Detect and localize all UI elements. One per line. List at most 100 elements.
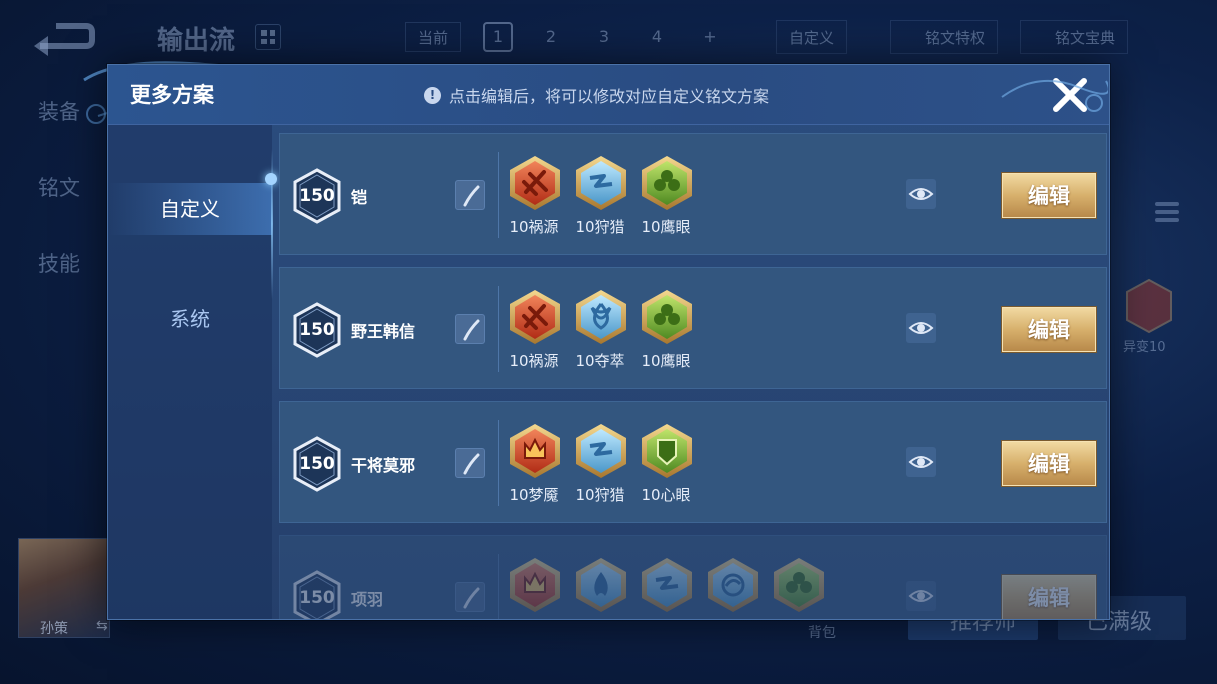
hero-name: 孙策 xyxy=(40,621,68,637)
plan-row: 150 铠 10祸源 10狩猎 10鹰眼 编辑 xyxy=(279,133,1107,255)
level-value: 150 xyxy=(299,454,335,474)
top-bar: 输出流 当前 1 2 3 4 + 自定义 铭文特权 铭文宝典 xyxy=(0,0,1217,72)
rune-slot[interactable]: 10心眼 xyxy=(638,422,694,512)
privilege-label: 铭文特权 xyxy=(925,29,986,47)
blue-flame-rune-icon xyxy=(572,556,628,614)
rune-label: 10祸源 xyxy=(509,218,559,236)
preview-eye-icon[interactable] xyxy=(906,447,936,477)
plan-row: 150 干将莫邪 10梦魇 10狩猎 10心眼 编辑 xyxy=(279,401,1107,523)
rename-pen-icon[interactable] xyxy=(455,582,485,612)
side-tab-equipment[interactable]: 装备 xyxy=(38,96,80,126)
blue-lightning-rune-icon xyxy=(638,556,694,614)
add-slot-button[interactable]: + xyxy=(695,22,725,52)
hero-name: 野王韩信 xyxy=(351,322,416,341)
rune-slot[interactable] xyxy=(704,556,760,619)
modal-header: 更多方案 ! 点击编辑后，将可以修改对应自定义铭文方案 xyxy=(108,65,1109,125)
close-icon[interactable] xyxy=(1048,73,1092,117)
plan-category-nav: 自定义 系统 xyxy=(108,125,272,619)
level-value: 150 xyxy=(299,588,335,608)
tab-system[interactable]: 系统 xyxy=(108,293,272,345)
row-divider xyxy=(498,152,499,238)
edit-hint: ! 点击编辑后，将可以修改对应自定义铭文方案 xyxy=(424,83,769,107)
rune-label: 10祸源 xyxy=(509,352,559,370)
blue-swirl-rune-icon xyxy=(704,556,760,614)
current-label: 当前 xyxy=(405,22,461,52)
grid-icon[interactable] xyxy=(255,24,281,50)
slot-4-button[interactable]: 4 xyxy=(642,22,672,52)
preview-eye-icon[interactable] xyxy=(906,179,936,209)
red-sword-rune-icon xyxy=(506,288,562,346)
slot-1-button[interactable]: 1 xyxy=(483,22,513,52)
plan-row: 150 项羽 编辑 xyxy=(279,535,1107,619)
info-icon: ! xyxy=(424,86,441,104)
more-plans-modal: 更多方案 ! 点击编辑后，将可以修改对应自定义铭文方案 自定义 系统 150 铠 1… xyxy=(107,64,1110,620)
hamburger-icon[interactable] xyxy=(1155,198,1179,228)
level-value: 150 xyxy=(299,186,335,206)
preview-eye-icon[interactable] xyxy=(906,313,936,343)
swap-icon[interactable]: ⇆ xyxy=(96,618,108,634)
rune-label: 10夺萃 xyxy=(575,352,625,370)
red-crown-rune-icon xyxy=(506,422,562,480)
nav-active-indicator xyxy=(265,173,277,185)
hero-name: 铠 xyxy=(351,188,368,207)
side-tab-runes[interactable]: 铭文 xyxy=(38,172,80,202)
rune-slot[interactable] xyxy=(638,556,694,619)
edit-button[interactable]: 编辑 xyxy=(1002,575,1096,619)
rune-slot[interactable]: 10鹰眼 xyxy=(638,154,694,244)
preview-eye-icon[interactable] xyxy=(906,581,936,611)
red-crown-rune-icon xyxy=(506,556,562,614)
rune-label: 10心眼 xyxy=(641,486,691,504)
blue-lightning-rune-icon xyxy=(572,154,628,212)
red-sword-rune-icon xyxy=(506,154,562,212)
level-value: 150 xyxy=(299,320,335,340)
rune-slot[interactable]: 10鹰眼 xyxy=(638,288,694,378)
rune-slot[interactable]: 10祸源 xyxy=(506,154,562,244)
rune-slot[interactable] xyxy=(770,556,826,619)
edit-button[interactable]: 编辑 xyxy=(1002,441,1096,486)
plan-row: 150 野王韩信 10祸源 10夺萃 10鹰眼 编辑 xyxy=(279,267,1107,389)
green-clover-rune-icon xyxy=(638,154,694,212)
rune-slot[interactable]: 10梦魇 xyxy=(506,422,562,512)
level-badge: 150 xyxy=(292,302,342,358)
hero-name: 干将莫邪 xyxy=(351,456,416,475)
rune-slot[interactable]: 10祸源 xyxy=(506,288,562,378)
tab-custom[interactable]: 自定义 xyxy=(108,183,272,235)
rune-slot[interactable]: 10狩猎 xyxy=(572,154,628,244)
red-crown-rune-icon xyxy=(1126,278,1172,334)
plan-list: 150 铠 10祸源 10狩猎 10鹰眼 编辑 150 野王韩信 10祸源 10夺萃 10鹰眼 编辑 1… xyxy=(279,133,1107,619)
hero-portrait[interactable] xyxy=(18,538,110,638)
blue-knot-rune-icon xyxy=(572,288,628,346)
row-divider xyxy=(498,420,499,506)
row-divider xyxy=(498,554,499,619)
edit-button[interactable]: 编辑 xyxy=(1002,173,1096,218)
slot-3-button[interactable]: 3 xyxy=(589,22,619,52)
rename-pen-icon[interactable] xyxy=(455,448,485,478)
rune-label: 10狩猎 xyxy=(575,486,625,504)
rune-slot[interactable]: 10狩猎 xyxy=(572,422,628,512)
rune-slot[interactable] xyxy=(572,556,628,619)
rune-label: 10鹰眼 xyxy=(641,218,691,236)
rename-pen-icon[interactable] xyxy=(455,314,485,344)
slot-2-button[interactable]: 2 xyxy=(536,22,566,52)
rune-label: 10梦魇 xyxy=(509,486,559,504)
hero-name: 项羽 xyxy=(351,590,384,609)
side-tab-skills[interactable]: 技能 xyxy=(38,248,80,278)
level-badge: 150 xyxy=(292,168,342,224)
edit-button[interactable]: 编辑 xyxy=(1002,307,1096,352)
hint-text: 点击编辑后，将可以修改对应自定义铭文方案 xyxy=(449,87,770,106)
rune-label: 10鹰眼 xyxy=(641,352,691,370)
level-badge: 150 xyxy=(292,436,342,492)
modal-title: 更多方案 xyxy=(130,83,214,107)
page-title: 输出流 xyxy=(157,26,236,56)
privilege-button[interactable]: 铭文特权 xyxy=(890,20,999,54)
rune-slot[interactable]: 10夺萃 xyxy=(572,288,628,378)
blue-lightning-rune-icon xyxy=(572,422,628,480)
rename-pen-icon[interactable] xyxy=(455,180,485,210)
codex-button[interactable]: 铭文宝典 xyxy=(1020,20,1129,54)
back-icon[interactable] xyxy=(30,18,96,58)
rune-slot[interactable] xyxy=(506,556,562,619)
green-clover-rune-icon xyxy=(770,556,826,614)
row-divider xyxy=(498,286,499,372)
bg-rune-label: 异变10 xyxy=(1123,340,1166,355)
custom-button[interactable]: 自定义 xyxy=(776,20,848,54)
